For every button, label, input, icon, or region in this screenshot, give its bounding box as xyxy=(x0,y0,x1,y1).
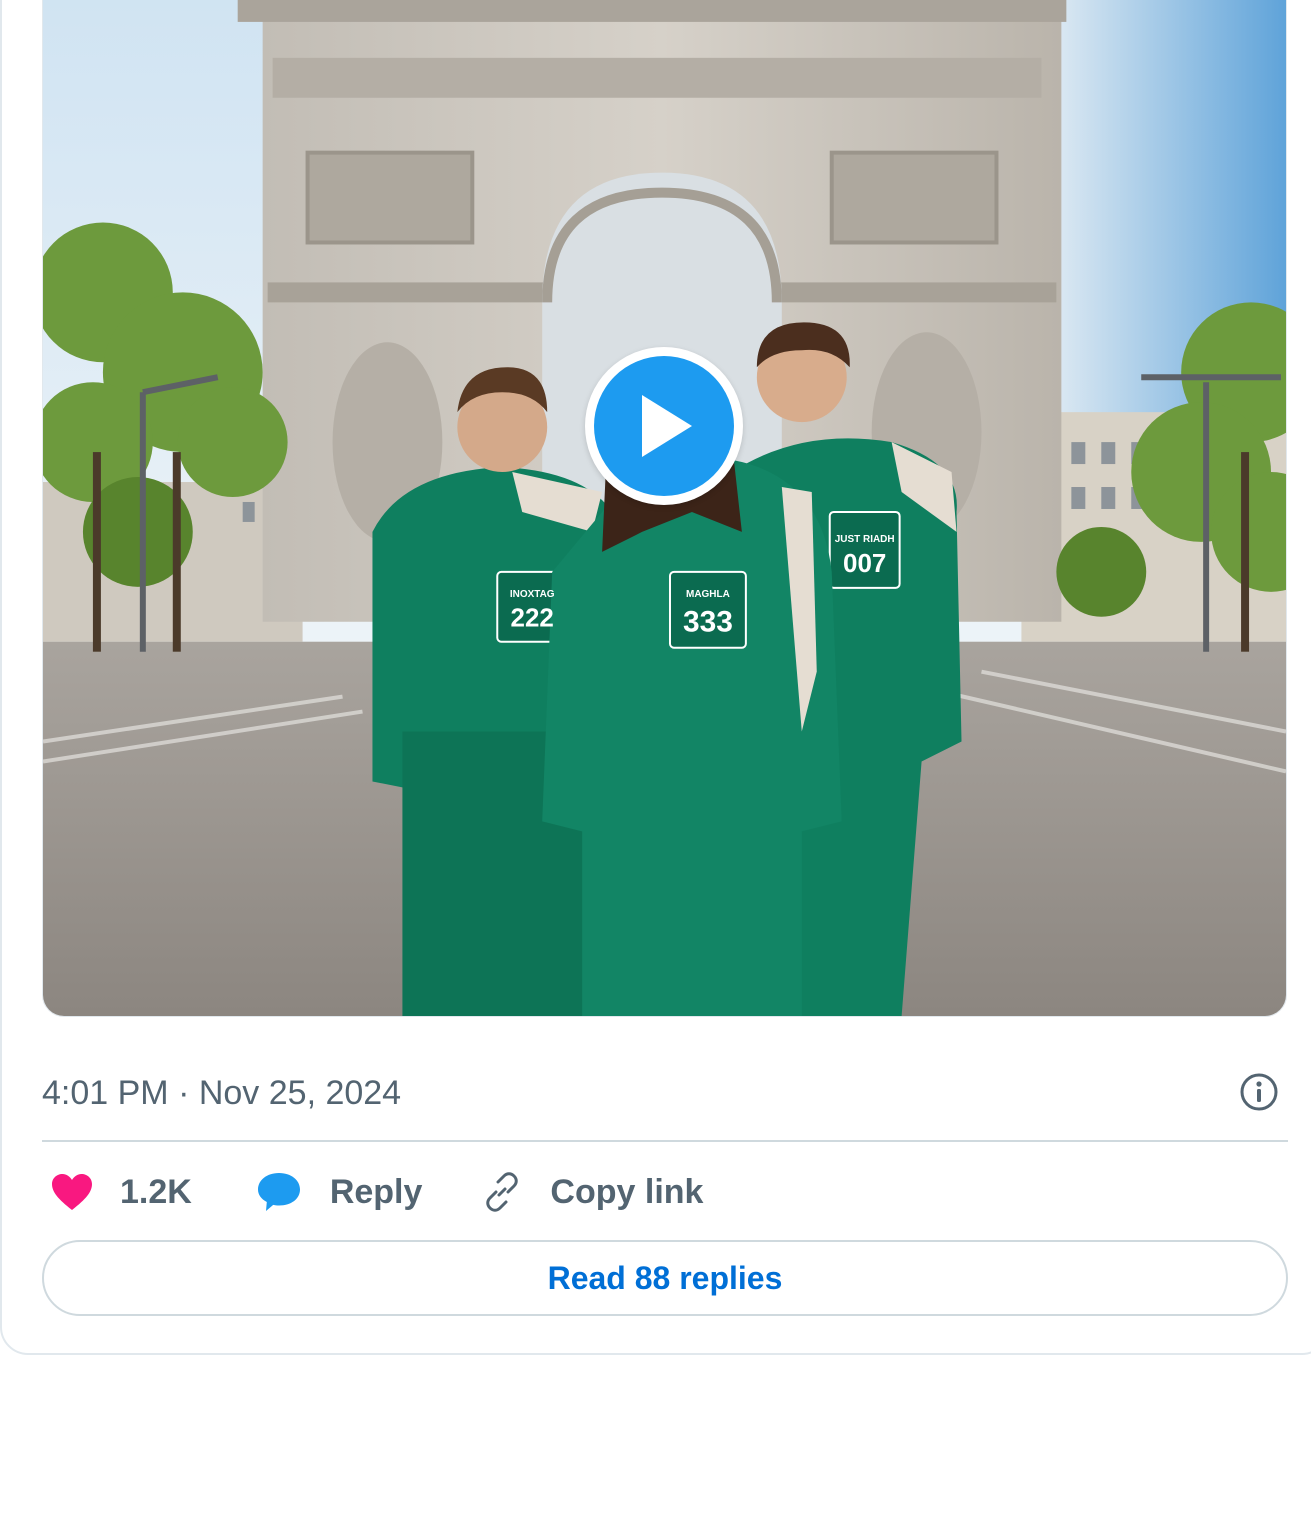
heart-icon xyxy=(50,1172,94,1212)
reply-label: Reply xyxy=(329,1172,423,1211)
copy-link-label: Copy link xyxy=(550,1172,704,1211)
bib-name-007: JUST RIADH xyxy=(835,534,895,545)
bib-number-007: 007 xyxy=(843,550,886,578)
tweet-timestamp[interactable]: 4:01 PM · Nov 25, 2024 xyxy=(42,1074,401,1113)
play-icon xyxy=(594,356,734,496)
link-icon xyxy=(480,1170,524,1214)
divider xyxy=(42,1140,1288,1142)
tweet-card: INOXTAG 222 MAGHLA 333 JUST RIADH 007 4:… xyxy=(0,0,1311,1355)
bib-number-333: 333 xyxy=(683,606,733,639)
play-button[interactable] xyxy=(585,347,743,505)
bib-number-222: 222 xyxy=(511,605,554,633)
read-replies-button[interactable]: Read 88 replies xyxy=(42,1240,1288,1316)
copy-link-button[interactable]: Copy link xyxy=(480,1170,703,1214)
reply-button[interactable]: Reply xyxy=(256,1170,423,1214)
video-thumbnail: INOXTAG 222 MAGHLA 333 JUST RIADH 007 xyxy=(43,0,1286,1016)
tweet-actions: 1.2K Reply Copy link xyxy=(42,1162,703,1222)
info-icon[interactable] xyxy=(1238,1071,1280,1113)
comment-bubble-icon xyxy=(256,1170,302,1214)
bib-name-333: MAGHLA xyxy=(686,589,730,600)
page: INOXTAG 222 MAGHLA 333 JUST RIADH 007 4:… xyxy=(0,0,1311,1538)
bib-name-222: INOXTAG xyxy=(510,589,555,600)
like-button[interactable]: 1.2K xyxy=(42,1172,192,1212)
like-count: 1.2K xyxy=(120,1172,192,1211)
tweet-video[interactable]: INOXTAG 222 MAGHLA 333 JUST RIADH 007 xyxy=(42,0,1287,1017)
